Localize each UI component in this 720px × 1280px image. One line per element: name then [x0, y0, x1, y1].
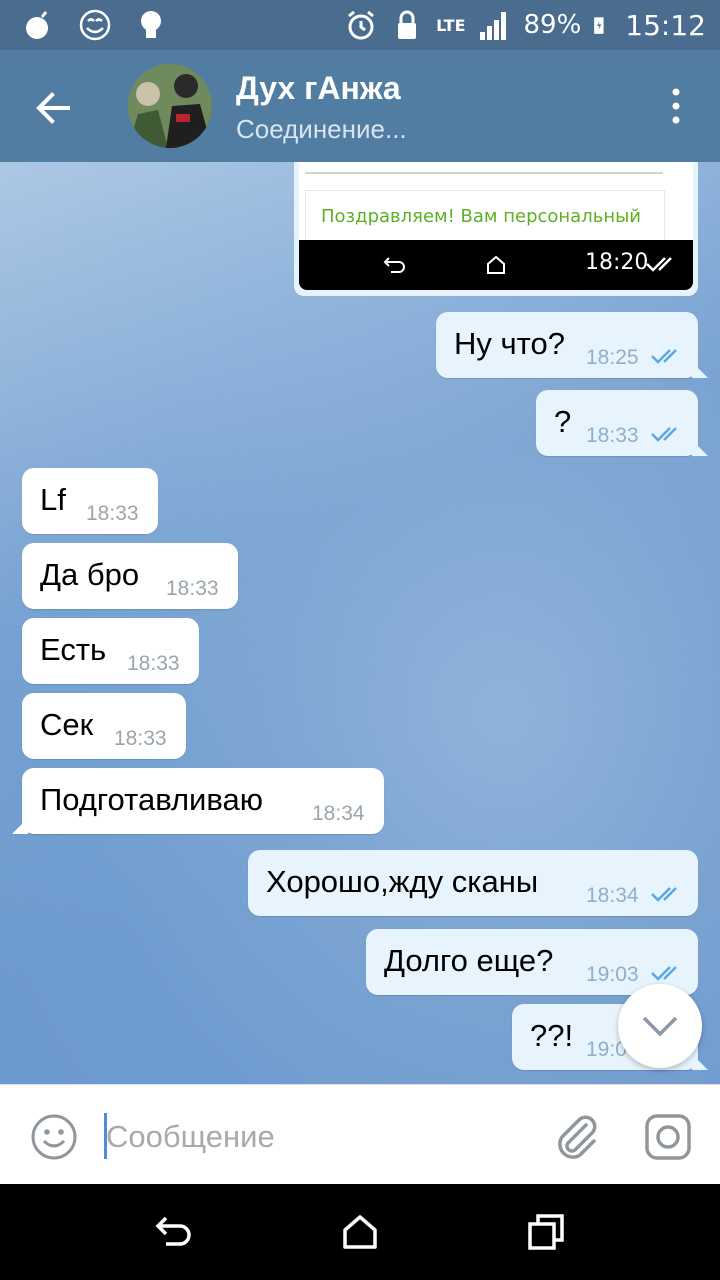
nav-back-icon[interactable]	[154, 1212, 194, 1252]
message-time: 18:33	[127, 652, 180, 675]
connection-status: Соединение...	[236, 114, 407, 144]
chevron-down-icon	[642, 1016, 678, 1037]
bubble-tail	[12, 818, 28, 834]
more-vertical-icon[interactable]	[666, 86, 686, 126]
nav-recents-icon[interactable]	[526, 1212, 566, 1252]
message-bubble-incoming[interactable]: Сек 18:33	[22, 693, 186, 759]
smiley-icon	[79, 9, 111, 41]
read-checks-icon	[651, 427, 677, 442]
message-time: 18:33	[114, 727, 167, 750]
read-checks-icon	[651, 887, 677, 902]
message-text: Долго еще?	[384, 943, 554, 978]
message-input[interactable]	[106, 1115, 526, 1159]
bubble-tail	[692, 1054, 708, 1070]
message-text: Сек	[40, 707, 94, 742]
message-text: Хорошо,жду сканы	[266, 864, 539, 899]
chat-header: Дух гАнжа Соединение...	[0, 50, 720, 162]
message-time: 18:33	[86, 502, 139, 525]
message-text: Ну что?	[454, 326, 565, 361]
camera-icon[interactable]	[644, 1113, 692, 1161]
image-message[interactable]: Поздравляем! Вам персональный 18:20	[294, 162, 698, 296]
message-time: 18:25	[586, 346, 639, 369]
image-caption: Поздравляем! Вам персональный	[321, 206, 642, 227]
back-nav-icon	[383, 257, 405, 273]
battery-percent: 89%	[523, 10, 582, 40]
read-checks-icon	[651, 349, 677, 364]
message-bubble-outgoing[interactable]: Хорошо,жду сканы 18:34	[248, 850, 698, 916]
message-text: Lf	[40, 482, 66, 517]
avatar[interactable]	[128, 64, 212, 148]
message-text: Подготавливаю	[40, 782, 263, 817]
message-text: Есть	[40, 632, 107, 667]
message-bubble-outgoing[interactable]: ? 18:33	[536, 390, 708, 456]
image-navbar: 18:20	[299, 240, 693, 290]
read-checks-icon	[646, 257, 672, 272]
message-composer	[0, 1084, 720, 1184]
message-list[interactable]: Поздравляем! Вам персональный 18:20 Ну ч…	[0, 162, 720, 1084]
message-time: 18:34	[312, 802, 365, 825]
message-time: 18:34	[586, 884, 639, 907]
lock-icon	[398, 10, 417, 39]
message-bubble-incoming[interactable]: Подготавливаю 18:34	[12, 768, 384, 834]
message-bubble-incoming[interactable]: Lf 18:33	[22, 468, 158, 534]
screenshot-image[interactable]: Поздравляем! Вам персональный 18:20	[299, 162, 693, 290]
message-bubble-outgoing[interactable]: Ну что? 18:25	[436, 312, 708, 378]
lightbulb-icon	[141, 11, 161, 38]
alarm-icon	[348, 10, 375, 40]
system-navigation-bar	[0, 1184, 720, 1280]
message-time: 18:33	[586, 424, 639, 447]
battery-icon	[594, 17, 604, 34]
message-bubble-incoming[interactable]: Есть 18:33	[22, 618, 199, 684]
message-time: 18:33	[166, 577, 219, 600]
network-label: LTE	[436, 15, 466, 35]
image-divider	[305, 172, 663, 174]
chat-title[interactable]: Дух гАнжа	[236, 70, 401, 107]
message-text: ??!	[530, 1018, 574, 1053]
message-text: Да бро	[40, 557, 140, 592]
bubble-tail	[692, 362, 708, 378]
back-arrow-icon[interactable]	[26, 80, 82, 136]
home-nav-icon	[487, 255, 505, 274]
signal-icon	[479, 12, 506, 40]
status-bar: LTE 89% 15:12	[0, 0, 720, 50]
paperclip-icon[interactable]	[552, 1111, 600, 1161]
scroll-down-button[interactable]	[618, 984, 702, 1068]
message-bubble-incoming[interactable]: Да бро 18:33	[22, 543, 238, 609]
clock: 15:12	[625, 8, 706, 42]
message-text: ?	[554, 404, 572, 439]
avatar-photo	[128, 64, 212, 148]
emoji-icon[interactable]	[30, 1113, 78, 1161]
message-time: 19:03	[586, 963, 639, 986]
bubble-tail	[692, 440, 708, 456]
nav-home-icon[interactable]	[340, 1212, 380, 1252]
bomb-icon	[26, 11, 48, 39]
image-message-time: 18:20	[585, 250, 649, 275]
read-checks-icon	[651, 966, 677, 981]
